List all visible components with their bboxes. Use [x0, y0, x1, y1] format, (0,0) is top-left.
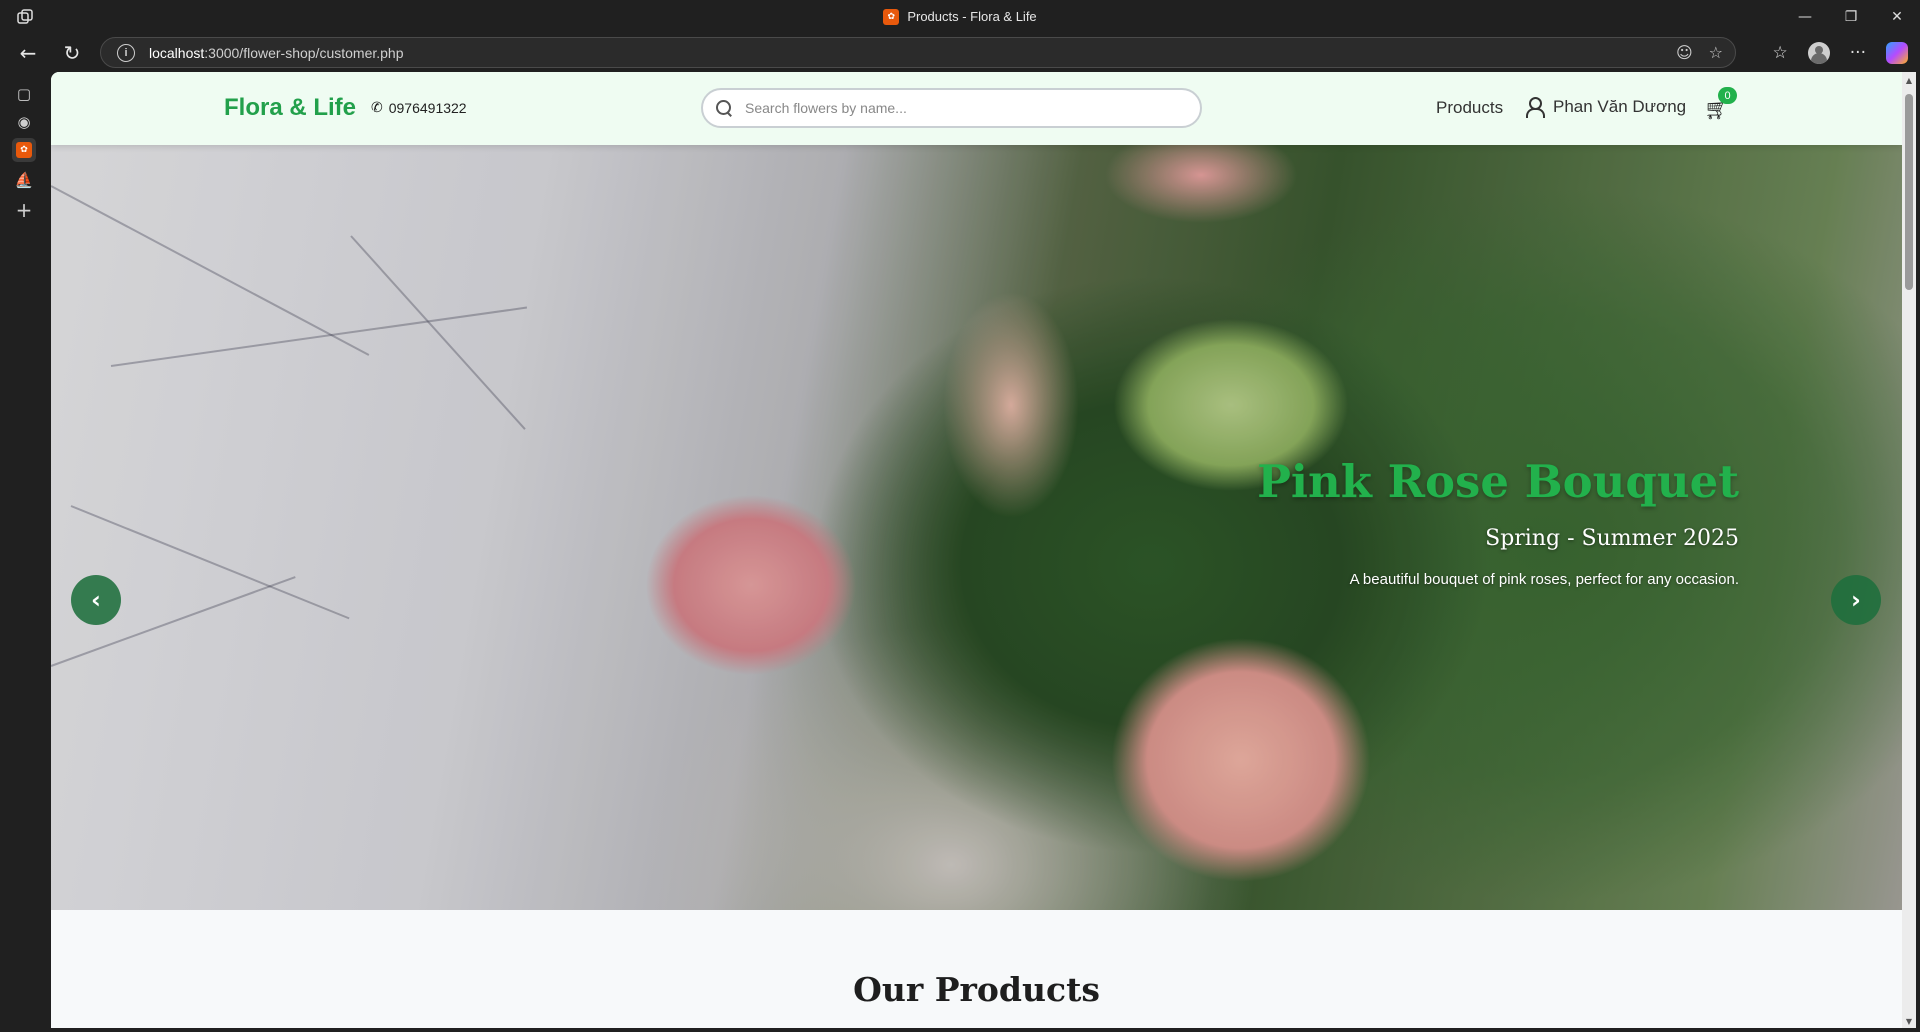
star-icon[interactable]: ☆: [1709, 43, 1723, 62]
hero-caption: Pink Rose Bouquet Spring - Summer 2025 A…: [1257, 455, 1739, 588]
phone-number: 0976491322: [388, 100, 467, 116]
phone-contact: ✆ 0976491322: [371, 100, 467, 116]
search-box: [701, 88, 1202, 128]
app-tab-icon[interactable]: ⛵: [12, 168, 36, 192]
hero-description: A beautiful bouquet of pink roses, perfe…: [1349, 571, 1739, 588]
products-heading: Our Products: [853, 970, 1100, 1009]
active-tab-icon[interactable]: ✿: [12, 138, 36, 162]
user-icon: [1525, 96, 1545, 118]
title-bar: ✿ Products - Flora & Life — ❐ ✕: [0, 0, 1920, 33]
window-title: ✿ Products - Flora & Life: [0, 0, 1920, 33]
products-section: Our Products: [51, 910, 1902, 1028]
address-bar-actions: ☺ ☆: [1676, 43, 1723, 62]
window-controls: — ❐ ✕: [1782, 0, 1920, 33]
nav-products-link[interactable]: Products: [1436, 98, 1503, 118]
phone-icon: ✆: [371, 100, 383, 116]
minimize-button[interactable]: —: [1782, 0, 1828, 33]
browser-sidebar: ▢ ◉ ✿ ⛵ +: [0, 72, 48, 1032]
refresh-icon: ↻: [63, 41, 81, 65]
carousel-prev-button[interactable]: ‹: [71, 575, 121, 625]
scroll-up-arrow-icon[interactable]: ▲: [1904, 76, 1914, 85]
hero-subtitle: Spring - Summer 2025: [1485, 526, 1739, 551]
refresh-button[interactable]: ↻: [56, 37, 88, 69]
restore-button[interactable]: ❐: [1828, 0, 1874, 33]
search-input[interactable]: [743, 99, 1200, 117]
page-viewport: Flora & Life ✆ 0976491322 Products Phan …: [51, 72, 1902, 1028]
search-icon: [715, 99, 733, 117]
reader-icon[interactable]: ☺: [1676, 43, 1693, 62]
toolbar-actions: ☆ ···: [1773, 37, 1908, 69]
copilot-icon[interactable]: [1886, 42, 1908, 64]
favorites-icon[interactable]: ☆: [1773, 43, 1788, 63]
address-bar[interactable]: i localhost:3000/flower-shop/customer.ph…: [100, 37, 1736, 68]
carousel-next-button[interactable]: ›: [1831, 575, 1881, 625]
more-icon[interactable]: ···: [1850, 43, 1866, 63]
hero-carousel: Pink Rose Bouquet Spring - Summer 2025 A…: [51, 145, 1902, 910]
site-header: Flora & Life ✆ 0976491322 Products Phan …: [51, 72, 1902, 145]
github-tab-icon[interactable]: ◉: [12, 110, 36, 134]
scrollbar-thumb[interactable]: [1905, 94, 1913, 290]
tab-title: Products - Flora & Life: [907, 9, 1037, 24]
cart-count-badge: 0: [1718, 87, 1737, 104]
user-menu[interactable]: Phan Văn Dương: [1525, 96, 1686, 118]
hero-title: Pink Rose Bouquet: [1257, 455, 1739, 508]
info-icon[interactable]: i: [117, 43, 135, 62]
brand-logo[interactable]: Flora & Life: [224, 94, 356, 122]
user-name: Phan Văn Dương: [1553, 97, 1687, 116]
back-button[interactable]: ←: [12, 37, 44, 69]
add-tab-icon[interactable]: +: [12, 198, 36, 222]
scroll-down-arrow-icon[interactable]: ▼: [1904, 1017, 1914, 1026]
chevron-left-icon: ‹: [91, 586, 101, 614]
tab-actions-icon[interactable]: ▢: [12, 82, 36, 106]
favicon-icon: ✿: [883, 8, 900, 25]
chevron-right-icon: ›: [1851, 586, 1861, 614]
url-text[interactable]: localhost:3000/flower-shop/customer.php: [149, 45, 404, 61]
page-scrollbar[interactable]: ▲ ▼: [1902, 72, 1916, 1028]
cart-button[interactable]: 🛒︎ 0: [1704, 87, 1737, 121]
close-window-button[interactable]: ✕: [1874, 0, 1920, 33]
browser-toolbar: ← ↻ i localhost:3000/flower-shop/custome…: [0, 33, 1920, 72]
back-arrow-icon: ←: [19, 41, 37, 65]
profile-icon[interactable]: [1807, 42, 1830, 64]
